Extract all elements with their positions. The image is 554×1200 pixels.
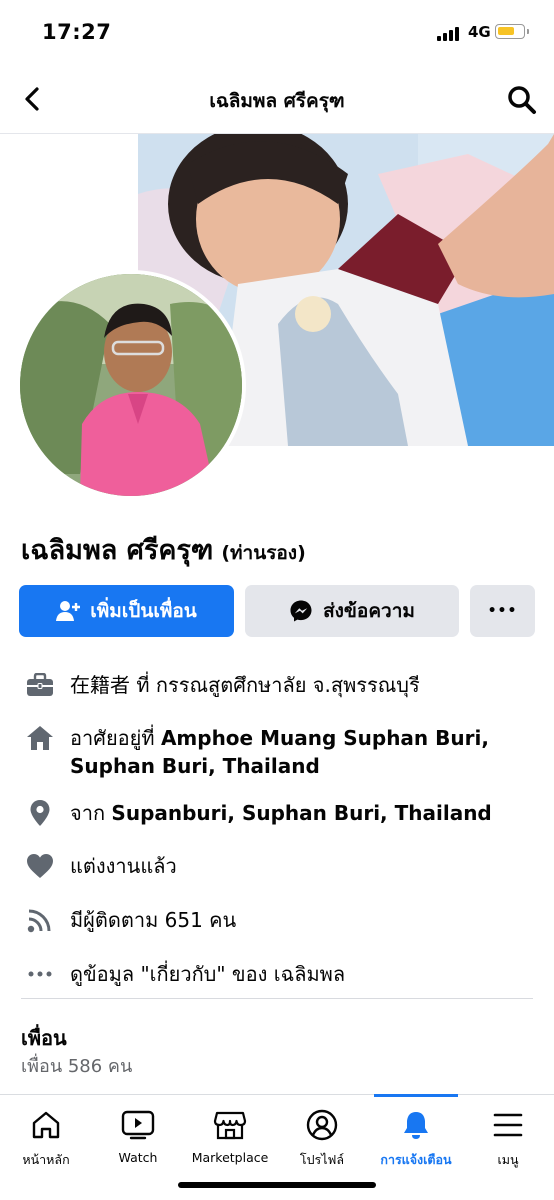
from-prefix: จาก: [70, 801, 112, 825]
tab-marketplace-label: Marketplace: [191, 1150, 269, 1165]
tab-profile-label: โปรไฟล์: [299, 1152, 345, 1167]
tab-menu-label: เมนู: [497, 1152, 519, 1167]
bell-icon: [404, 1112, 428, 1139]
profile-icon: [306, 1109, 338, 1141]
page-title: เฉลิมพล ศรีครุฑ: [209, 90, 345, 112]
section-divider: [21, 998, 533, 999]
info-about[interactable]: ดูข้อมูล "เกี่ยวกับ" ของ เฉลิมพล: [24, 960, 534, 988]
search-button[interactable]: [506, 84, 538, 116]
signal-icon: [437, 26, 463, 41]
lives-prefix: อาศัยอยู่ที่: [70, 726, 161, 750]
tab-home[interactable]: หน้าหลัก: [0, 1095, 92, 1175]
more-dots-icon: [28, 971, 52, 977]
add-friend-button[interactable]: เพิ่มเป็นเพื่อน: [19, 585, 234, 637]
profile-picture[interactable]: [16, 270, 246, 500]
messenger-icon: [290, 600, 312, 622]
watch-icon: [121, 1110, 155, 1140]
briefcase-icon: [27, 673, 53, 696]
friends-count: เพื่อน 586 คน: [21, 1056, 133, 1077]
relationship-status: แต่งงานแล้ว: [70, 854, 177, 878]
network-label: 4G: [468, 23, 491, 41]
tab-home-label: หน้าหลัก: [22, 1152, 70, 1167]
info-from: จาก Supanburi, Suphan Buri, Thailand: [24, 799, 534, 827]
battery-tip: [527, 29, 529, 34]
status-time: 17:27: [42, 20, 112, 44]
tab-marketplace[interactable]: Marketplace: [184, 1095, 276, 1175]
more-icon: •••: [487, 603, 518, 619]
message-label: ส่งข้อความ: [323, 600, 415, 622]
tab-notifications-label: การแจ้งเตือน: [380, 1152, 452, 1167]
work-prefix: 在籍者 ที่: [70, 673, 156, 697]
info-work: 在籍者 ที่ กรรณสูตศึกษาลัย จ.สุพรรณบุรี: [24, 671, 534, 699]
more-options-button[interactable]: •••: [470, 585, 535, 637]
work-place: กรรณสูตศึกษาลัย จ.สุพรรณบุรี: [155, 673, 420, 697]
search-icon: [508, 86, 536, 114]
active-tab-indicator: [374, 1094, 458, 1097]
add-friend-icon: [56, 601, 81, 621]
tab-watch-label: Watch: [118, 1150, 158, 1165]
profile-name: เฉลิมพล ศรีครุฑ (ท่านรอง): [21, 528, 306, 571]
lives-place-line1[interactable]: Amphoe Muang Suphan Buri,: [161, 726, 489, 750]
info-lives: อาศัยอยู่ที่ Amphoe Muang Suphan Buri, Su…: [24, 724, 534, 780]
followers-count: มีผู้ติดตาม 651 คน: [70, 908, 237, 932]
friends-title[interactable]: เพื่อน: [21, 1022, 67, 1054]
heart-icon: [27, 854, 53, 878]
tab-menu[interactable]: เมนู: [462, 1095, 554, 1175]
add-friend-label: เพิ่มเป็นเพื่อน: [90, 600, 197, 622]
battery-icon: [495, 24, 525, 39]
home-icon: [32, 1111, 60, 1139]
location-pin-icon: [30, 800, 50, 826]
menu-icon: [493, 1113, 523, 1137]
message-button[interactable]: ส่งข้อความ: [245, 585, 459, 637]
info-relationship: แต่งงานแล้ว: [24, 852, 534, 880]
marketplace-icon: [213, 1111, 247, 1140]
rss-icon: [27, 909, 51, 933]
profile-nickname: (ท่านรอง): [221, 542, 306, 564]
home-icon: [27, 726, 53, 750]
tab-profile[interactable]: โปรไฟล์: [276, 1095, 368, 1175]
profile-name-text: เฉลิมพล ศรีครุฑ: [21, 535, 214, 566]
tab-notifications[interactable]: การแจ้งเตือน: [370, 1095, 462, 1175]
about-link[interactable]: ดูข้อมูล "เกี่ยวกับ" ของ เฉลิมพล: [70, 960, 345, 988]
info-followers[interactable]: มีผู้ติดตาม 651 คน: [24, 906, 534, 934]
from-place[interactable]: Supanburi, Suphan Buri, Thailand: [111, 801, 491, 825]
lives-place-line2[interactable]: Suphan Buri, Thailand: [70, 754, 320, 778]
tab-watch[interactable]: Watch: [92, 1095, 184, 1175]
home-indicator: [178, 1182, 376, 1188]
